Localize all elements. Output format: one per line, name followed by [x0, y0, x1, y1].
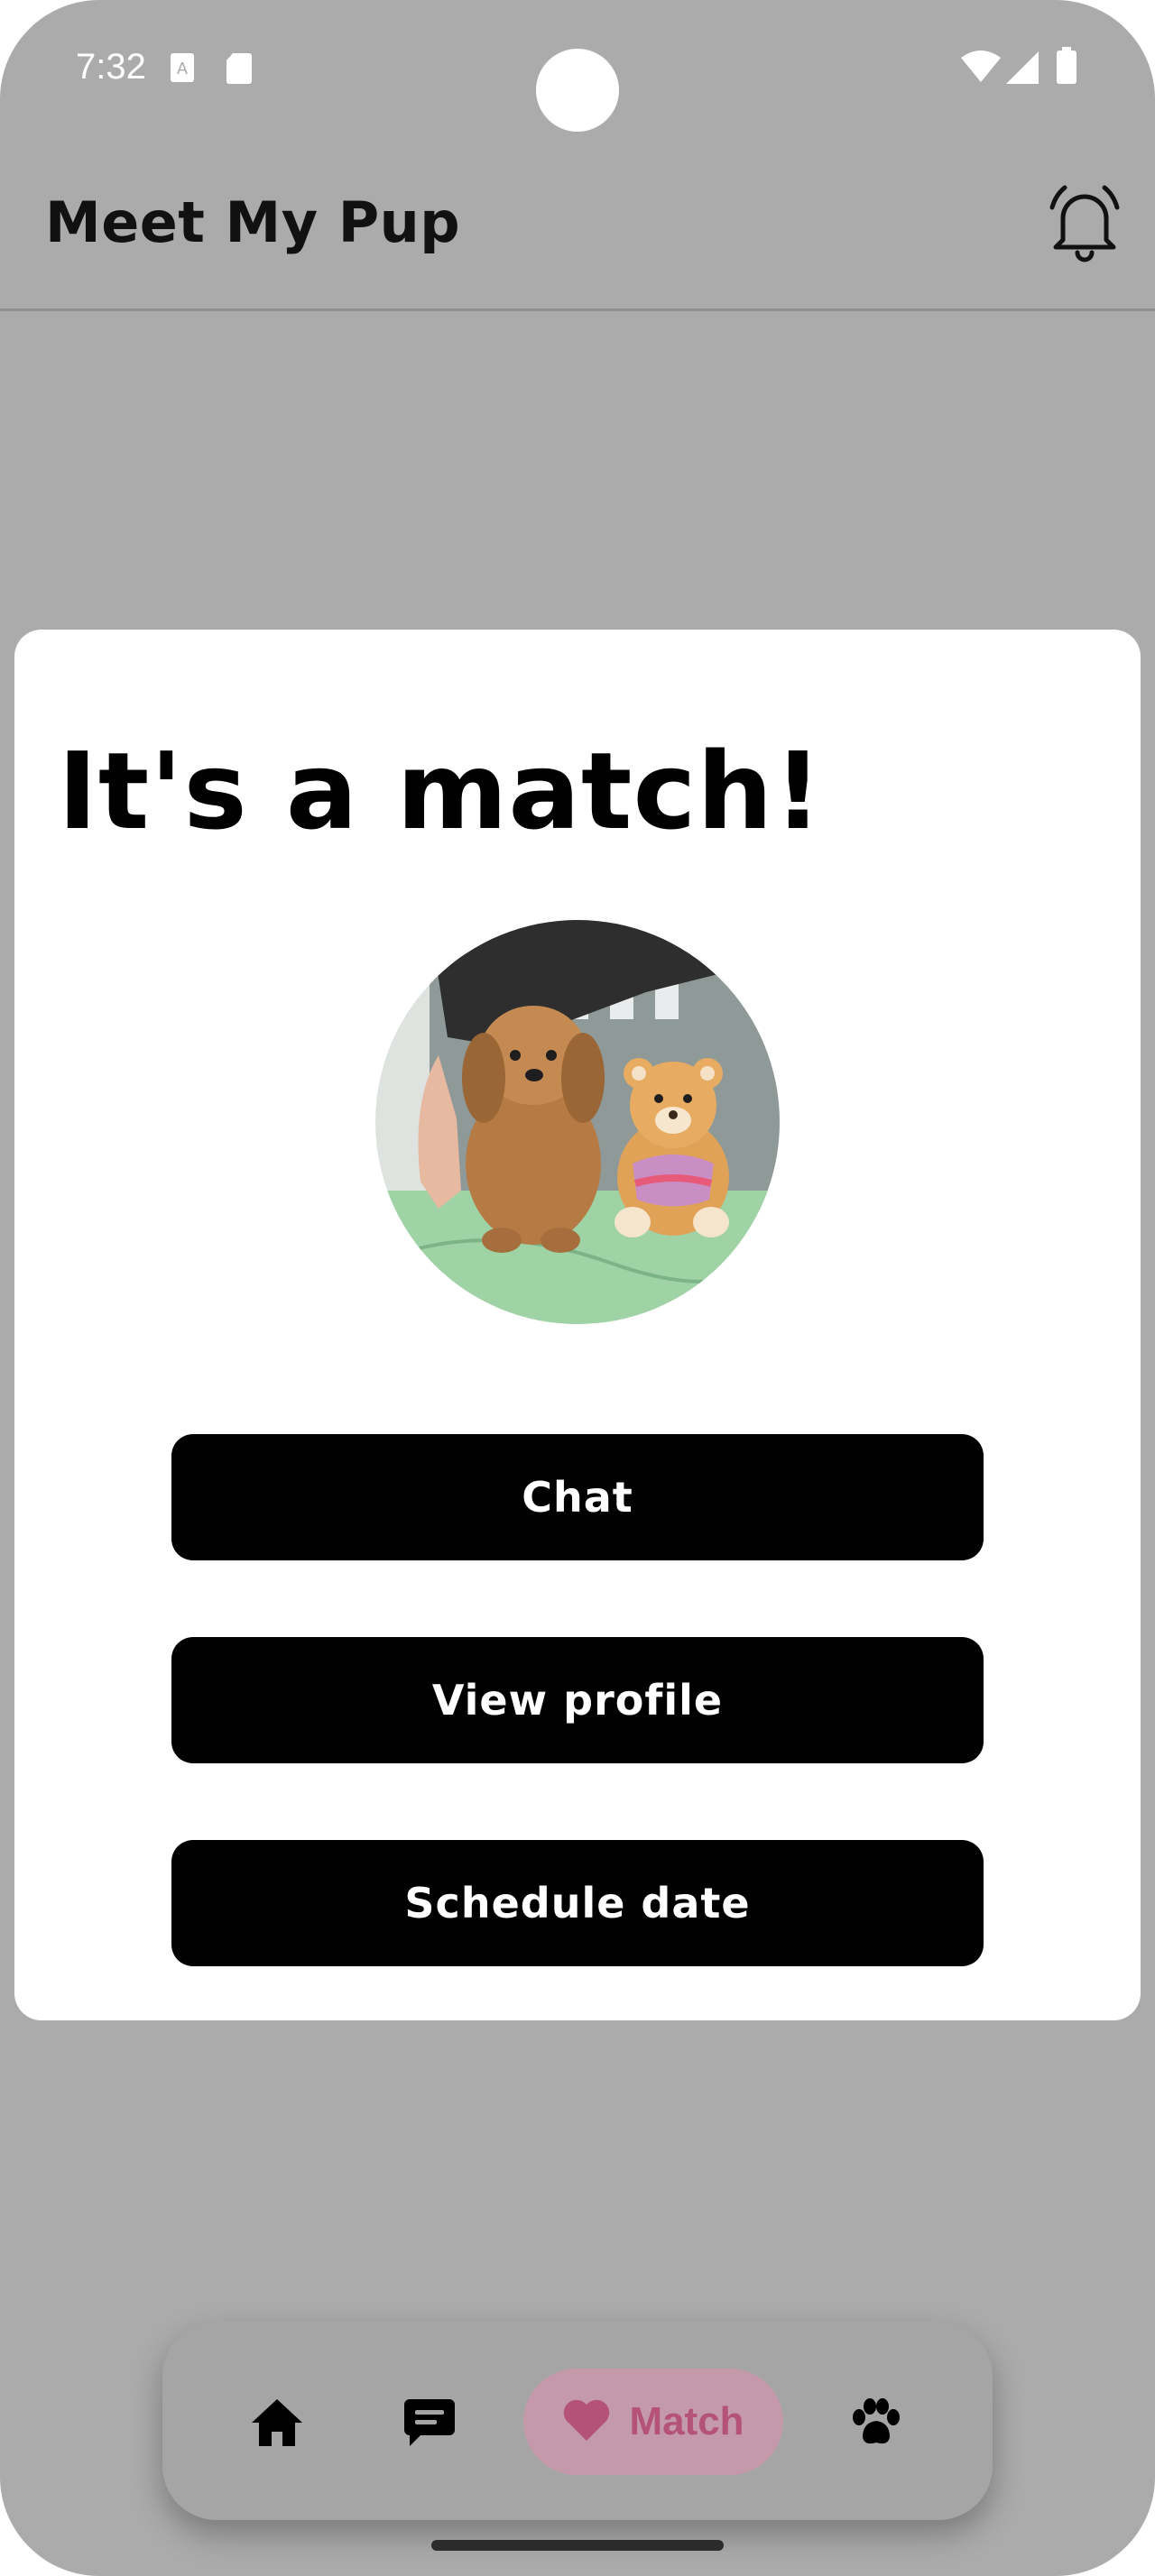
- app-title: Meet My Pup: [45, 189, 461, 255]
- paw-icon[interactable]: [846, 2394, 904, 2452]
- view-profile-button[interactable]: View profile: [171, 1637, 984, 1763]
- sd-card-icon: [226, 52, 253, 88]
- chat-button[interactable]: Chat: [171, 1434, 984, 1560]
- nav-match-label: Match: [629, 2399, 744, 2443]
- match-dialog: It's a match! Chat View profile Schedule…: [14, 630, 1141, 2020]
- bottom-navigation: Match: [162, 2322, 993, 2520]
- signal-icon: [1005, 51, 1040, 88]
- app-screen: 7:32 A Meet My Pup It's a match! Chat Vi…: [0, 0, 1155, 2576]
- schedule-date-button[interactable]: Schedule date: [171, 1840, 984, 1966]
- battery-icon: [1056, 47, 1077, 88]
- status-time: 7:32: [76, 47, 146, 87]
- heart-icon: [562, 2397, 611, 2446]
- status-bar: 7:32 A: [0, 0, 1155, 135]
- app-bar-divider: [0, 308, 1155, 311]
- front-camera: [536, 49, 619, 132]
- chat-bubble-icon[interactable]: [401, 2394, 458, 2452]
- svg-text:A: A: [177, 60, 188, 78]
- app-bar: Meet My Pup: [0, 135, 1155, 308]
- home-icon[interactable]: [248, 2394, 306, 2452]
- home-indicator[interactable]: [431, 2540, 724, 2551]
- match-title: It's a match!: [58, 729, 824, 853]
- bell-icon[interactable]: [1041, 179, 1128, 265]
- text-recognition-icon: A: [170, 52, 195, 87]
- nav-item-match[interactable]: Match: [523, 2369, 783, 2475]
- wifi-icon: [960, 51, 1002, 87]
- match-dog-photo: [375, 920, 780, 1324]
